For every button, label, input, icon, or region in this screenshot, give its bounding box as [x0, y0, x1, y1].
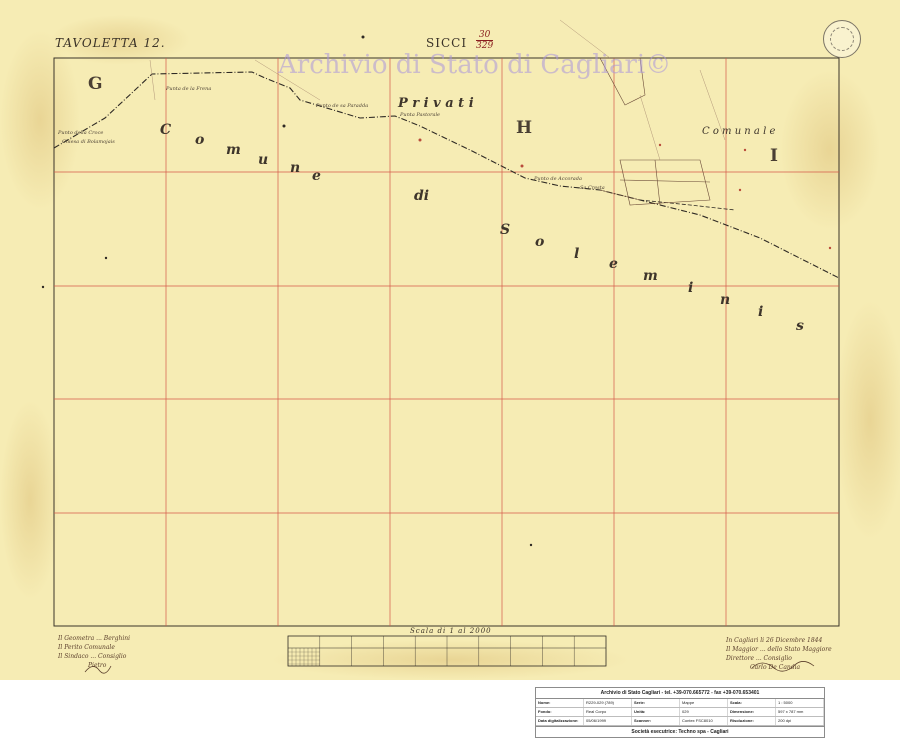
archive-watermark: Archivio di Stato di Cagliari©: [278, 50, 672, 80]
info-key: Dimensione:: [728, 708, 776, 716]
tavoletta-label: TAVOLETTA 12.: [55, 36, 166, 50]
info-row: Fondo: Real Corpo Unità: 029 Dimensione:…: [536, 708, 824, 717]
comune-letter: n: [290, 160, 301, 176]
place-chiesa: Chiesa di Bolamojais: [62, 139, 115, 145]
info-footer: Società esecutrice: Techno spa - Cagliar…: [536, 726, 824, 737]
comune-letter: s: [796, 318, 804, 334]
info-value: Mappe: [680, 699, 728, 707]
place-punta-frena: Punta de la Frena: [166, 86, 212, 92]
info-row: Data digitalizzazione: 05/06/1999 Scanne…: [536, 717, 824, 726]
signature-line: Il Sindaco ... Consiglio: [58, 653, 127, 660]
signature-line: Carlo De Candia: [750, 664, 801, 671]
signature-line: In Cagliari li 26 Dicembre 1844: [726, 637, 823, 644]
comune-letter: n: [720, 292, 731, 308]
comune-letter: o: [535, 234, 545, 250]
comune-letter: i: [758, 304, 764, 320]
comune-letter: e: [312, 168, 321, 184]
place-punto-croce: Punto della Croce: [58, 130, 104, 136]
comune-letter: C: [160, 122, 172, 138]
comune-letter: i: [688, 280, 694, 296]
info-key: Scala:: [728, 699, 776, 707]
info-key: Fondo:: [536, 708, 584, 716]
privati-label: P r i v a t i: [398, 96, 474, 111]
place-punto-paradda: Punto de sa Paradda: [316, 103, 369, 109]
info-key: Scanner:: [632, 717, 680, 725]
comune-letter: m: [226, 142, 241, 158]
comune-letter: di: [414, 188, 430, 204]
info-key: Risoluzione:: [728, 717, 776, 725]
signature-line: Pietro: [88, 662, 107, 669]
signature-left: Il Geometra ... Berghini Il Perito Comun…: [58, 634, 130, 670]
archive-info-box: Archivio di Stato Cagliari - tel. +39-07…: [535, 687, 825, 738]
place-punto-accorada: Punto de Accorada: [534, 176, 582, 182]
info-value: 029: [680, 708, 728, 716]
info-value: 597 x 787 mm: [776, 708, 824, 716]
sicci-fraction-top: 30: [478, 30, 491, 40]
zone-i-label: I: [770, 146, 778, 166]
info-row: Nome: R229-029 (789) Serie: Mappe Scala:…: [536, 699, 824, 708]
comune-letter: o: [195, 132, 205, 148]
info-key: Serie:: [632, 699, 680, 707]
info-value: Contex FSC8010: [680, 717, 728, 725]
info-key: Data digitalizzazione:: [536, 717, 584, 725]
info-key: Nome:: [536, 699, 584, 707]
comunale-label: C o m u n a l e: [702, 126, 776, 137]
info-key: Unità:: [632, 708, 680, 716]
archive-seal-stamp: [823, 20, 861, 58]
info-value: 05/06/1999: [584, 717, 632, 725]
info-value: 200 dpi: [776, 717, 824, 725]
info-header: Archivio di Stato Cagliari - tel. +39-07…: [536, 688, 824, 699]
signature-line: Il Geometra ... Berghini: [58, 635, 131, 642]
info-value: Real Corpo: [584, 708, 632, 716]
sicci-label: SICCI: [426, 36, 468, 50]
sicci-fraction: 30 329: [476, 30, 494, 51]
comune-letter: e: [609, 256, 618, 272]
comune-letter: l: [574, 246, 580, 262]
signature-line: Il Maggior ... dello Stato Maggiore: [726, 646, 832, 653]
info-value: R229-029 (789): [584, 699, 632, 707]
place-punta-pastorale: Punta Pastorale: [400, 112, 441, 118]
zone-g-label: G: [88, 74, 103, 94]
place-sa-cresta: Sa Cresta: [580, 185, 605, 191]
comune-letter: u: [258, 152, 269, 168]
signature-line: Direttore ... Consiglio: [726, 655, 792, 662]
info-value: 1 : 5000: [776, 699, 824, 707]
signature-line: Il Perito Comunale: [58, 644, 115, 651]
zone-h-label: H: [516, 118, 533, 138]
map-sheet: TAVOLETTA 12. SICCI 30 329 Archivio di S…: [0, 0, 900, 680]
signature-right: In Cagliari li 26 Dicembre 1844 Il Maggi…: [726, 636, 832, 672]
comune-letter: S: [500, 222, 511, 238]
comune-letter: m: [643, 268, 658, 284]
scale-title: Scala di 1 al 2000: [410, 627, 492, 635]
